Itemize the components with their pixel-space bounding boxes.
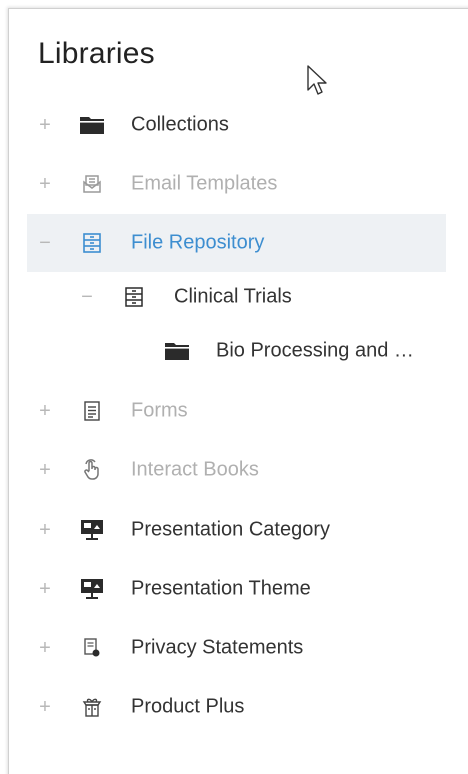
- form-icon: [79, 399, 105, 423]
- tree-item-interact-books[interactable]: + Interact Books: [27, 441, 446, 499]
- privacy-doc-icon: [79, 636, 105, 660]
- file-cabinet-icon: [121, 285, 147, 309]
- product-box-icon: [79, 695, 105, 719]
- tree-item-label: Interact Books: [131, 458, 259, 481]
- tree-item-forms[interactable]: + Forms: [27, 382, 446, 440]
- folder-icon: [79, 113, 105, 137]
- tree-item-label: Bio Processing and …: [216, 339, 414, 362]
- tree-item-presentation-theme[interactable]: + Presentation Theme: [27, 560, 446, 618]
- collapse-toggle[interactable]: −: [37, 233, 53, 253]
- collapse-toggle[interactable]: −: [79, 287, 95, 307]
- file-cabinet-icon: [79, 231, 105, 255]
- tree-item-email-templates[interactable]: + Email Templates: [27, 155, 446, 213]
- tree-item-label: Privacy Statements: [131, 636, 304, 659]
- tree-item-label: Collections: [131, 113, 229, 136]
- tree-item-presentation-category[interactable]: + Presentation Category: [27, 501, 446, 559]
- expand-toggle[interactable]: +: [37, 460, 53, 480]
- tree-item-label: Product Plus: [131, 695, 245, 718]
- hand-pointer-icon: [79, 458, 105, 482]
- expand-toggle[interactable]: +: [37, 638, 53, 658]
- tree-item-collections[interactable]: + Collections: [27, 96, 446, 154]
- tree-item-privacy-statements[interactable]: + Privacy Statements: [27, 619, 446, 677]
- expand-toggle[interactable]: +: [37, 697, 53, 717]
- tree-item-label: Clinical Trials: [174, 285, 292, 308]
- expand-toggle[interactable]: +: [37, 174, 53, 194]
- expand-toggle[interactable]: +: [37, 115, 53, 135]
- presentation-icon: [79, 577, 105, 601]
- tree-item-label: Email Templates: [131, 172, 278, 195]
- libraries-panel: Libraries + Collections + Email Template…: [8, 8, 468, 774]
- tree-item-clinical-trials[interactable]: − Clinical Trials: [27, 268, 446, 326]
- tree-item-product-plus[interactable]: + Product Plus: [27, 678, 446, 736]
- expand-toggle[interactable]: +: [37, 579, 53, 599]
- tree-item-label: File Repository: [131, 231, 265, 254]
- tree-item-label: Forms: [131, 399, 188, 422]
- tree-item-label: Presentation Theme: [131, 577, 311, 600]
- expand-toggle[interactable]: +: [37, 520, 53, 540]
- expand-toggle[interactable]: +: [37, 401, 53, 421]
- folder-icon: [164, 339, 190, 363]
- tree-item-file-repository[interactable]: − File Repository: [27, 214, 446, 272]
- presentation-icon: [79, 518, 105, 542]
- tree-item-bio-processing[interactable]: Bio Processing and …: [27, 322, 446, 380]
- tree-item-label: Presentation Category: [131, 518, 331, 541]
- email-template-icon: [79, 172, 105, 196]
- mouse-cursor-icon: [307, 65, 327, 95]
- panel-title: Libraries: [38, 37, 155, 70]
